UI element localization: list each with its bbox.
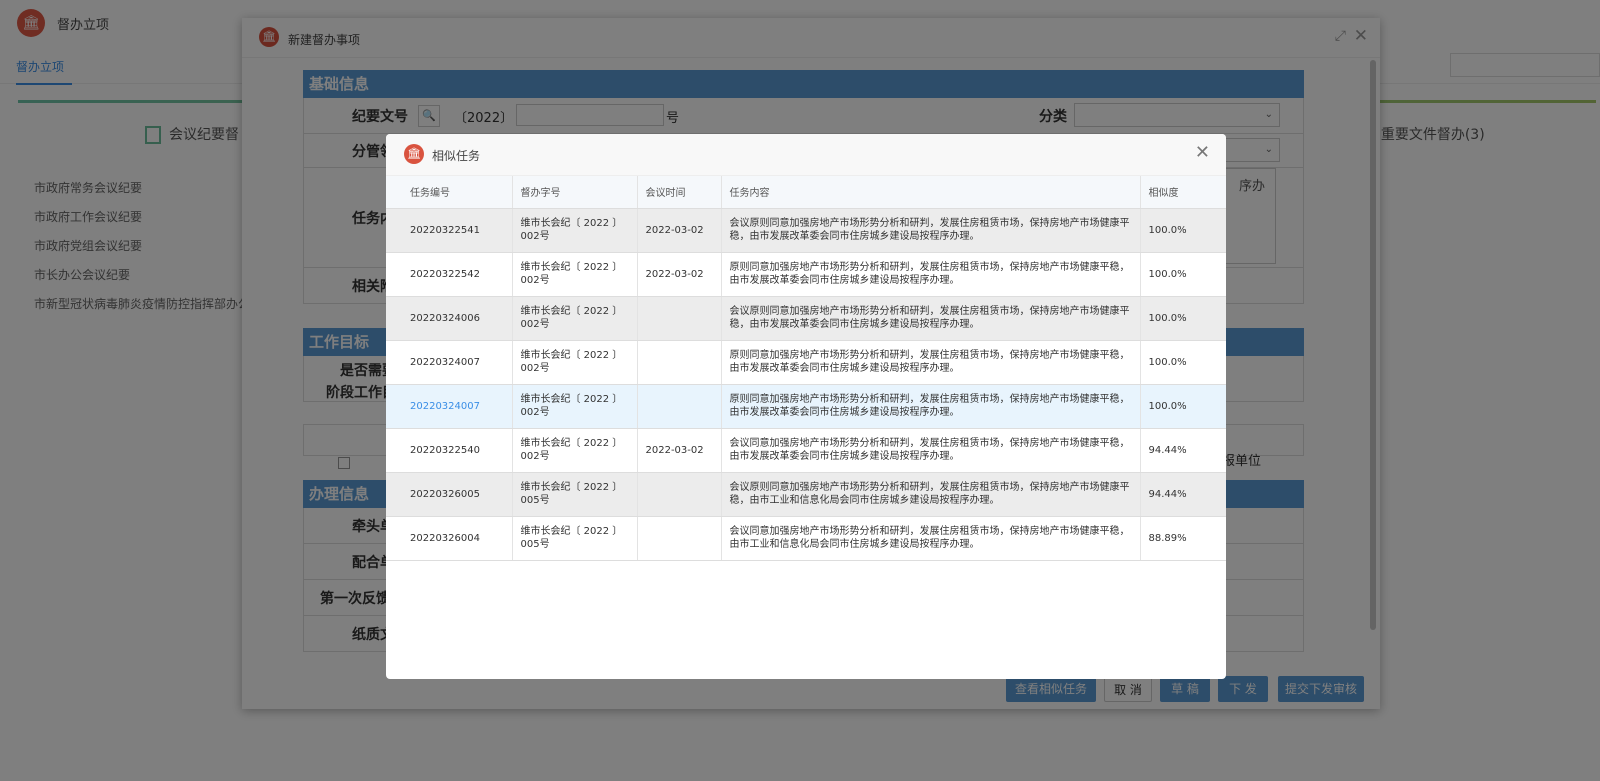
cell-task-content: 会议原则同意加强房地产市场形势分析和研判，发展住房租赁市场，保持房地产市场健康平… <box>721 472 1141 517</box>
cell-similarity: 88.89% <box>1140 516 1226 561</box>
table-row[interactable]: 20220322542 维市长会纪〔 2022 〕002号 2022-03-02… <box>386 252 1226 297</box>
column-header[interactable]: 会议时间 <box>637 176 722 209</box>
cell-similarity: 94.44% <box>1140 428 1226 473</box>
cell-doc-number: 维市长会纪〔 2022 〕002号 <box>512 340 638 385</box>
table-row[interactable]: 20220322541 维市长会纪〔 2022 〕002号 2022-03-02… <box>386 208 1226 253</box>
cell-task-content: 会议原则同意加强房地产市场形势分析和研判，发展住房租赁市场，保持房地产市场健康平… <box>721 296 1141 341</box>
cell-task-content: 会议原则同意加强房地产市场形势分析和研判，发展住房租赁市场，保持房地产市场健康平… <box>721 208 1141 253</box>
cell-task-id: 20220322541 <box>386 208 513 253</box>
cell-meeting-date <box>637 516 722 561</box>
table-header-row: 任务编号 督办字号 会议时间 任务内容 相似度 <box>386 176 1226 209</box>
cell-doc-number: 维市长会纪〔 2022 〕002号 <box>512 296 638 341</box>
cell-task-id: 20220324007 <box>386 340 513 385</box>
table-row-selected[interactable]: 20220324007 维市长会纪〔 2022 〕002号 原则同意加强房地产市… <box>386 384 1226 429</box>
cell-similarity: 100.0% <box>1140 340 1226 385</box>
cell-doc-number: 维市长会纪〔 2022 〕002号 <box>512 384 638 429</box>
table-row[interactable]: 20220326005 维市长会纪〔 2022 〕005号 会议原则同意加强房地… <box>386 472 1226 517</box>
table-row[interactable]: 20220324006 维市长会纪〔 2022 〕002号 会议原则同意加强房地… <box>386 296 1226 341</box>
cell-meeting-date: 2022-03-02 <box>637 428 722 473</box>
column-header[interactable]: 相似度 <box>1140 176 1226 209</box>
cell-task-id: 20220324007 <box>386 384 513 429</box>
cell-task-id: 20220326004 <box>386 516 513 561</box>
table-row[interactable]: 20220326004 维市长会纪〔 2022 〕005号 会议同意加强房地产市… <box>386 516 1226 561</box>
cell-meeting-date: 2022-03-02 <box>637 208 722 253</box>
table-row[interactable]: 20220324007 维市长会纪〔 2022 〕002号 原则同意加强房地产市… <box>386 340 1226 385</box>
cell-task-content: 原则同意加强房地产市场形势分析和研判，发展住房租赁市场，保持房地产市场健康平稳，… <box>721 384 1141 429</box>
close-icon[interactable]: ✕ <box>1195 142 1210 163</box>
cell-task-id: 20220326005 <box>386 472 513 517</box>
cell-similarity: 100.0% <box>1140 384 1226 429</box>
modal-title: 相似任务 <box>432 149 481 163</box>
cell-doc-number: 维市长会纪〔 2022 〕002号 <box>512 208 638 253</box>
cell-task-content: 原则同意加强房地产市场形势分析和研判，发展住房租赁市场，保持房地产市场健康平稳，… <box>721 252 1141 297</box>
cell-task-id: 20220322542 <box>386 252 513 297</box>
cell-similarity: 100.0% <box>1140 296 1226 341</box>
cell-task-content: 会议同意加强房地产市场形势分析和研判，发展住房租赁市场，保持房地产市场健康平稳，… <box>721 516 1141 561</box>
column-header[interactable]: 督办字号 <box>512 176 638 209</box>
cell-task-id: 20220322540 <box>386 428 513 473</box>
cell-doc-number: 维市长会纪〔 2022 〕002号 <box>512 252 638 297</box>
cell-doc-number: 维市长会纪〔 2022 〕005号 <box>512 516 638 561</box>
cell-task-content: 会议同意加强房地产市场形势分析和研判，发展住房租赁市场，保持房地产市场健康平稳，… <box>721 428 1141 473</box>
cell-task-id: 20220324006 <box>386 296 513 341</box>
similar-tasks-modal: 🏛 相似任务 ✕ 任务编号 督办字号 会议时间 任务内容 相似度 2022032… <box>386 134 1226 679</box>
cell-meeting-date <box>637 472 722 517</box>
cell-similarity: 94.44% <box>1140 472 1226 517</box>
cell-doc-number: 维市长会纪〔 2022 〕005号 <box>512 472 638 517</box>
similar-tasks-table: 任务编号 督办字号 会议时间 任务内容 相似度 20220322541 维市长会… <box>386 176 1226 561</box>
cell-similarity: 100.0% <box>1140 252 1226 297</box>
column-header[interactable]: 任务内容 <box>721 176 1141 209</box>
column-header[interactable]: 任务编号 <box>386 176 513 209</box>
modal-header: 🏛 相似任务 ✕ <box>386 134 1226 176</box>
building-logo-icon: 🏛 <box>404 144 424 164</box>
cell-doc-number: 维市长会纪〔 2022 〕002号 <box>512 428 638 473</box>
cell-meeting-date <box>637 340 722 385</box>
cell-meeting-date <box>637 296 722 341</box>
cell-meeting-date: 2022-03-02 <box>637 252 722 297</box>
table-row[interactable]: 20220322540 维市长会纪〔 2022 〕002号 2022-03-02… <box>386 428 1226 473</box>
cell-task-content: 原则同意加强房地产市场形势分析和研判，发展住房租赁市场，保持房地产市场健康平稳，… <box>721 340 1141 385</box>
cell-similarity: 100.0% <box>1140 208 1226 253</box>
cell-meeting-date <box>637 384 722 429</box>
